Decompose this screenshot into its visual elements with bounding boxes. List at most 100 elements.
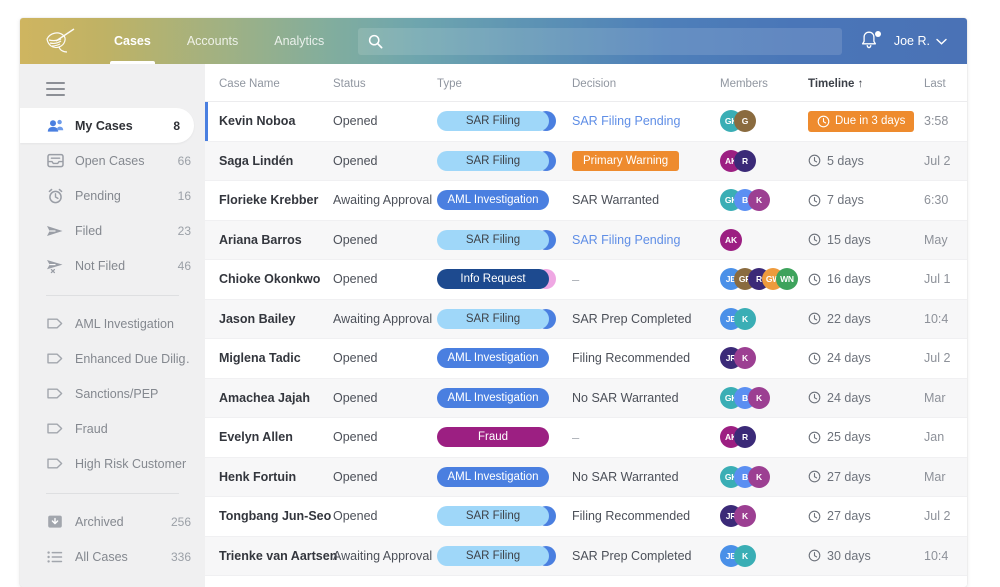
avatar-group: AK R [720, 149, 808, 172]
clock-icon [808, 312, 821, 325]
cell-type: SAR Filing [437, 102, 572, 142]
timeline-due-badge[interactable]: Due in 3 days [808, 110, 915, 132]
avatar[interactable]: R [734, 149, 756, 172]
hamburger-menu-icon[interactable] [20, 72, 205, 108]
timeline-text: 22 days [827, 311, 871, 326]
table-row[interactable]: Trienke van Aartsen Awaiting Approval SAR … [205, 536, 967, 576]
sidebar-tag-sanctions-pep[interactable]: Sanctions/PEP [20, 376, 205, 411]
column-header-decision[interactable]: Decision [572, 64, 720, 102]
type-pill-wrap[interactable]: SAR Filing [437, 111, 556, 132]
sidebar-item-my-cases[interactable]: My Cases 8 [20, 108, 194, 143]
table-row[interactable]: Amachea Jajah Opened AML Investigation No S… [205, 378, 967, 418]
sidebar-item-label: Pending [75, 188, 121, 203]
column-header-status[interactable]: Status [333, 64, 437, 102]
decision-link[interactable]: SAR Filing Pending [572, 114, 680, 128]
column-header-type[interactable]: Type [437, 64, 572, 102]
search-box[interactable] [358, 27, 843, 55]
avatar[interactable]: AK [720, 228, 742, 251]
cell-type: SAR Filing [437, 220, 572, 260]
sidebar-tag-high-risk-customer[interactable]: High Risk Customer [20, 446, 205, 481]
table-row[interactable]: Florieke Krebber Awaiting Approval AML Inv… [205, 181, 967, 220]
avatar[interactable]: K [734, 544, 756, 567]
nav-item-analytics[interactable]: Analytics [256, 18, 342, 64]
sidebar-tag-label: AML Investigation [75, 316, 174, 331]
table-row[interactable]: Evelyn Allen Opened Fraud – AK R 25 days Jan [205, 418, 967, 457]
cell-decision: SAR Filing Pending [572, 102, 720, 142]
decision-text: No SAR Warranted [572, 469, 679, 484]
sidebar-item-count: 46 [177, 258, 191, 273]
send-x-icon [46, 258, 64, 274]
user-menu[interactable]: Joe R. [894, 34, 947, 48]
table-row[interactable]: Miglena Tadic Opened AML Investigation Fili… [205, 339, 967, 378]
table-row[interactable]: Henk Fortuin Opened AML Investigation No SA… [205, 457, 967, 497]
avatar[interactable]: K [748, 465, 770, 488]
nav-item-cases[interactable]: Cases [96, 18, 169, 64]
sidebar-tag-label: Sanctions/PEP [75, 386, 159, 401]
decision-text: SAR Warranted [572, 193, 660, 208]
type-pill-wrap[interactable]: AML Investigation [437, 466, 549, 487]
last-activity-text: Jul 1 [924, 272, 951, 287]
search-input[interactable] [391, 34, 833, 48]
nav-item-accounts[interactable]: Accounts [169, 18, 256, 64]
table-row[interactable]: Ariana Barros Opened SAR Filing SAR Filing … [205, 220, 967, 260]
table-row[interactable]: Tongbang Jun-Seo Opened SAR Filing Filing R… [205, 497, 967, 536]
column-header-last[interactable]: Last [924, 64, 967, 102]
table-row[interactable]: Kevin Noboa Opened SAR Filing SAR Filing Pe… [205, 102, 967, 142]
column-header-case-name[interactable]: Case Name [205, 64, 333, 102]
sidebar-item-pending[interactable]: Pending 16 [20, 178, 205, 213]
sidebar-tag-fraud[interactable]: Fraud [20, 411, 205, 446]
avatar[interactable]: G [734, 110, 756, 133]
column-header-timeline[interactable]: Timeline ↑ [808, 64, 924, 102]
avatar[interactable]: K [734, 347, 756, 370]
table-row[interactable]: Jason Bailey Awaiting Approval SAR Filing S… [205, 299, 967, 339]
tag-icon [46, 422, 64, 435]
type-pill-wrap[interactable]: AML Investigation [437, 387, 549, 408]
avatar-group: AK R [720, 426, 808, 449]
sidebar-item-archived[interactable]: Archived 256 [20, 504, 205, 539]
bell-icon[interactable] [860, 30, 881, 52]
type-pill: SAR Filing [437, 150, 556, 171]
decision-link[interactable]: SAR Filing Pending [572, 233, 680, 247]
table-row[interactable]: Chioke Okonkwo Opened Info Request – JB GR R GW… [205, 260, 967, 299]
type-pill: SAR Filing [437, 229, 556, 250]
cell-type: SAR Filing [437, 299, 572, 339]
type-pill-wrap[interactable]: Info Request [437, 269, 556, 290]
avatar[interactable]: K [748, 386, 770, 409]
type-pill: SAR Filing [437, 545, 556, 566]
type-pill-wrap[interactable]: SAR Filing [437, 229, 556, 250]
timeline-value: 25 days [808, 430, 924, 444]
cell-timeline: 24 days [808, 378, 924, 418]
sidebar-tag-enhanced-due-diligence[interactable]: Enhanced Due Dilig… [20, 341, 205, 376]
decision-empty: – [572, 271, 580, 287]
table-body: Kevin Noboa Opened SAR Filing SAR Filing Pe… [205, 102, 967, 576]
avatar[interactable]: K [734, 505, 756, 528]
sidebar-item-not-filed[interactable]: Not Filed 46 [20, 248, 205, 283]
decision-badge[interactable]: Primary Warning [572, 150, 680, 171]
bird-logo-icon[interactable] [38, 19, 82, 63]
sidebar-item-filed[interactable]: Filed 23 [20, 213, 205, 248]
avatar[interactable]: K [748, 189, 770, 212]
type-pill-wrap[interactable]: AML Investigation [437, 190, 549, 211]
last-activity-text: Jul 2 [924, 351, 951, 366]
type-pill-wrap[interactable]: SAR Filing [437, 308, 556, 329]
avatar[interactable]: R [734, 426, 756, 449]
column-header-members[interactable]: Members [720, 64, 808, 102]
type-pill-wrap[interactable]: SAR Filing [437, 506, 556, 527]
type-pill-wrap[interactable]: Fraud [437, 427, 549, 448]
sidebar-item-all-cases[interactable]: All Cases 336 [20, 539, 205, 574]
type-pill-wrap[interactable]: SAR Filing [437, 545, 556, 566]
sidebar-item-open-cases[interactable]: Open Cases 66 [20, 143, 205, 178]
sidebar-item-count: 8 [173, 118, 180, 133]
decision-text: Filing Recommended [572, 509, 691, 524]
last-activity-text: 6:30 [924, 193, 949, 208]
sidebar-tag-aml-investigation[interactable]: AML Investigation [20, 306, 205, 341]
cell-case-name: Evelyn Allen [219, 430, 293, 445]
clock-icon [808, 549, 821, 562]
cell-type: AML Investigation [437, 378, 572, 418]
avatar[interactable]: WN [776, 268, 798, 291]
type-pill-wrap[interactable]: AML Investigation [437, 348, 549, 369]
type-pill-wrap[interactable]: SAR Filing [437, 150, 556, 171]
avatar[interactable]: K [734, 307, 756, 330]
timeline-text: 27 days [827, 509, 871, 524]
table-row[interactable]: Saga Lindén Opened SAR Filing Primary Warni… [205, 141, 967, 181]
